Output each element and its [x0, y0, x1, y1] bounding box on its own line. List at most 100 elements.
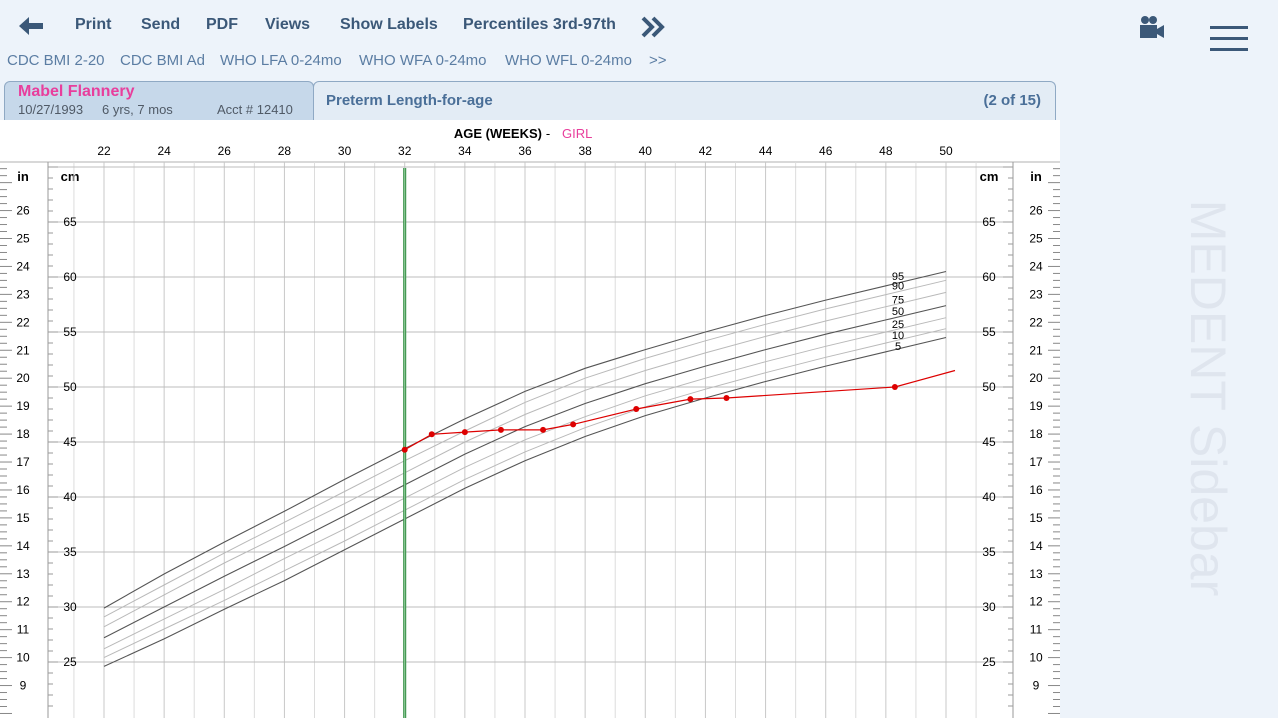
cm-tick-label-right: 55 — [982, 325, 996, 339]
inch-tick-label-right: 15 — [1029, 511, 1043, 525]
patient-tab[interactable]: Mabel Flannery 10/27/1993 6 yrs, 7 mos A… — [4, 81, 314, 120]
measurement-point — [401, 446, 408, 453]
inch-tick-label-left: 21 — [16, 343, 30, 357]
cm-axis-label-left: cm — [61, 169, 80, 184]
patient-account: Acct # 12410 — [217, 102, 293, 117]
double-chevron-right-icon[interactable] — [640, 14, 666, 40]
x-tick-label: 50 — [939, 144, 953, 158]
chart-sex-label: GIRL — [562, 126, 592, 141]
inch-tick-label-left: 16 — [16, 483, 30, 497]
hamburger-menu-icon[interactable] — [1210, 24, 1248, 54]
inch-tick-label-left: 17 — [16, 455, 30, 469]
print-button[interactable]: Print — [75, 16, 111, 34]
percentile-label: 50 — [892, 306, 904, 318]
x-tick-label: 42 — [699, 144, 713, 158]
x-tick-label: 48 — [879, 144, 893, 158]
x-axis-title-separator: - — [546, 126, 550, 141]
x-tick-label: 34 — [458, 144, 472, 158]
inch-tick-label-left: 11 — [17, 623, 30, 637]
send-button[interactable]: Send — [141, 16, 180, 34]
cm-tick-label-right: 45 — [982, 435, 996, 449]
measurement-point — [540, 426, 547, 433]
inch-tick-label-right: 24 — [1029, 259, 1043, 273]
x-tick-label: 44 — [759, 144, 773, 158]
x-tick-label: 46 — [819, 144, 833, 158]
inch-tick-label-right: 21 — [1029, 343, 1043, 357]
chart-type-bar: CDC BMI 2-20 CDC BMI Ad WHO LFA 0-24mo W… — [0, 52, 1060, 78]
measurement-series-line — [404, 369, 956, 451]
measurement-point — [633, 406, 640, 412]
sidebar-watermark: MEDENT Sidebar — [1180, 199, 1236, 597]
inch-tick-label-left: 19 — [16, 399, 30, 413]
chart-tab[interactable]: Preterm Length-for-age (2 of 15) — [313, 81, 1056, 120]
chart-type-cdc-bmi-2-20[interactable]: CDC BMI 2-20 — [7, 52, 105, 69]
measurement-point — [723, 395, 730, 401]
cm-tick-label-left: 65 — [63, 215, 77, 229]
inch-tick-label-left: 13 — [16, 567, 30, 581]
show-labels-button[interactable]: Show Labels — [340, 16, 438, 34]
cm-tick-label-left: 25 — [63, 655, 77, 669]
inch-tick-label-left: 18 — [16, 427, 30, 441]
x-tick-label: 38 — [578, 144, 592, 158]
measurement-point — [570, 421, 577, 428]
inch-tick-label-left: 9 — [20, 679, 27, 693]
chart-type-cdc-bmi-ad[interactable]: CDC BMI Ad — [120, 52, 205, 69]
x-tick-label: 40 — [639, 144, 653, 158]
percentile-label: 5 — [895, 341, 901, 353]
inch-tick-label-right: 23 — [1029, 287, 1043, 301]
views-button[interactable]: Views — [265, 16, 310, 34]
inch-tick-label-right: 14 — [1029, 539, 1043, 553]
chart-type-who-wfa[interactable]: WHO WFA 0-24mo — [359, 52, 487, 69]
inch-tick-label-right: 18 — [1029, 427, 1043, 441]
chart-type-who-wfl[interactable]: WHO WFL 0-24mo — [505, 52, 632, 69]
measurement-point — [428, 431, 435, 438]
inch-tick-label-right: 9 — [1033, 679, 1040, 693]
chart-title: Preterm Length-for-age — [326, 92, 493, 109]
cm-tick-label-left: 50 — [63, 380, 77, 394]
measurement-point — [687, 396, 694, 403]
chart-type-more[interactable]: >> — [649, 52, 667, 69]
inch-tick-label-right: 12 — [1029, 595, 1043, 609]
cm-tick-label-right: 40 — [982, 490, 996, 504]
cm-tick-label-left: 40 — [63, 490, 77, 504]
inch-tick-label-left: 24 — [16, 259, 30, 273]
inch-tick-label-right: 17 — [1029, 455, 1043, 469]
inch-tick-label-right: 20 — [1029, 371, 1043, 385]
percentile-label: 75 — [892, 295, 904, 307]
camera-icon[interactable] — [1138, 14, 1166, 40]
inch-tick-label-right: 26 — [1029, 204, 1043, 218]
inch-tick-label-right: 25 — [1029, 232, 1043, 246]
toolbar: Print Send PDF Views Show Labels Percent… — [0, 0, 1060, 52]
percentile-label: 90 — [892, 281, 904, 293]
measurement-point — [461, 429, 468, 436]
percentiles-button[interactable]: Percentiles 3rd-97th — [463, 16, 616, 34]
chart-type-who-lfa[interactable]: WHO LFA 0-24mo — [220, 52, 342, 69]
x-tick-label: 28 — [278, 144, 292, 158]
back-arrow-icon[interactable] — [16, 12, 46, 40]
growth-chart[interactable]: AGE (WEEKS) - GIRL in cm cm in 22 24 26 28 3… — [0, 120, 1060, 718]
inch-axis-label-left: in — [17, 169, 29, 184]
cm-tick-label-right: 30 — [982, 600, 996, 614]
patient-name: Mabel Flannery — [18, 83, 135, 100]
inch-tick-label-right: 10 — [1029, 651, 1043, 665]
x-tick-label: 36 — [518, 144, 532, 158]
pdf-button[interactable]: PDF — [206, 16, 238, 34]
inch-tick-label-right: 19 — [1029, 399, 1043, 413]
inch-tick-label-right: 16 — [1029, 483, 1043, 497]
patient-age: 6 yrs, 7 mos — [102, 102, 173, 117]
inch-axis-label-right: in — [1030, 169, 1042, 184]
x-tick-label: 24 — [157, 144, 171, 158]
cm-tick-label-right: 65 — [982, 215, 996, 229]
cm-tick-label-left: 55 — [63, 325, 77, 339]
inch-tick-label-right: 11 — [1030, 623, 1043, 637]
cm-tick-label-left: 35 — [63, 545, 77, 559]
cm-tick-label-right: 60 — [982, 270, 996, 284]
x-tick-label: 30 — [338, 144, 352, 158]
x-tick-label: 22 — [97, 144, 111, 158]
inch-tick-label-right: 13 — [1029, 567, 1043, 581]
inch-tick-label-left: 14 — [16, 539, 30, 553]
chart-count: (2 of 15) — [983, 92, 1041, 109]
measurement-point — [497, 426, 504, 433]
x-axis-title: AGE (WEEKS) — [454, 126, 542, 141]
inch-tick-label-left: 25 — [16, 232, 30, 246]
